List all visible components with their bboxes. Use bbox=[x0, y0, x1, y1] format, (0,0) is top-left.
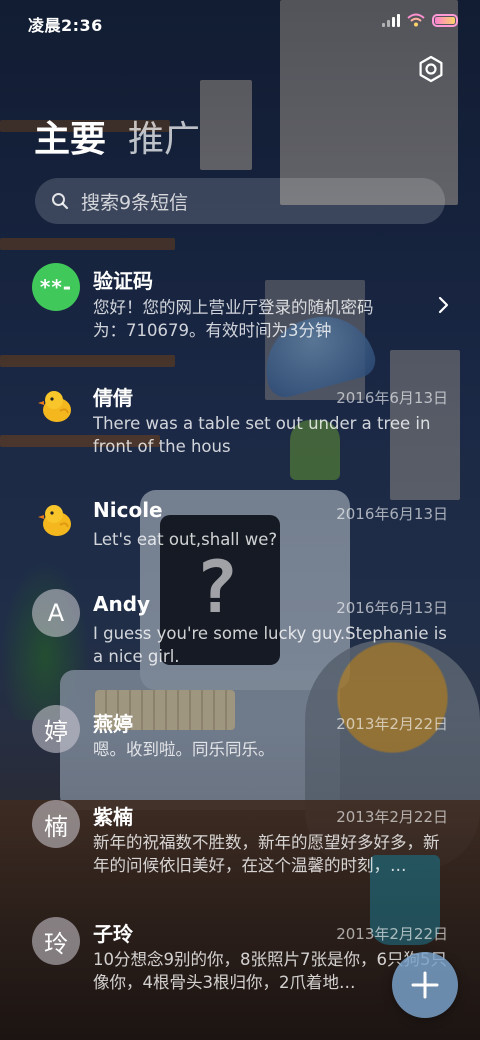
message-date: 2016年6月13日 bbox=[336, 389, 448, 407]
search-placeholder: 搜索9条短信 bbox=[81, 191, 189, 214]
list-item[interactable]: A Andy 2016年6月13日 I guess you're some lu… bbox=[0, 588, 480, 688]
chick-avatar-icon bbox=[38, 391, 71, 422]
avatar: A bbox=[32, 589, 80, 637]
wifi-icon bbox=[407, 13, 425, 27]
avatar: **- bbox=[32, 263, 80, 311]
status-icons bbox=[382, 13, 458, 27]
list-item[interactable]: 婷 燕婷 2013年2月22日 嗯。收到啦。同乐同乐。 bbox=[0, 704, 480, 784]
list-item[interactable]: Nicole 2016年6月13日 Let's eat out,shall we… bbox=[0, 494, 480, 574]
tab-bar: 主要 推广 bbox=[34, 110, 200, 162]
message-date: 2013年2月22日 bbox=[336, 715, 448, 733]
message-preview: 新年的祝福数不胜数，新年的愿望好多好多，新年的问候依旧美好，在这个温馨的时刻，… bbox=[93, 833, 440, 875]
sender-name: Andy bbox=[93, 592, 151, 616]
message-date: 2016年6月13日 bbox=[336, 599, 448, 617]
message-preview: 嗯。收到啦。同乐同乐。 bbox=[93, 740, 275, 759]
message-preview: 您好！您的网上营业厅登录的随机密码为：710679。有效时间为3分钟 bbox=[93, 298, 374, 340]
sender-name: 燕婷 bbox=[93, 712, 133, 736]
message-preview: I guess you're some lucky guy.Stephanie … bbox=[93, 624, 447, 666]
gear-icon[interactable] bbox=[416, 54, 446, 84]
sender-name: 子玲 bbox=[93, 922, 133, 946]
message-date: 2013年2月22日 bbox=[336, 808, 448, 826]
sender-name: Nicole bbox=[93, 498, 163, 522]
new-message-button[interactable] bbox=[392, 952, 458, 1018]
message-date: 2013年2月22日 bbox=[336, 925, 448, 943]
sender-name: 紫楠 bbox=[93, 805, 133, 829]
list-item[interactable]: **- 验证码 您好！您的网上营业厅登录的随机密码为：710679。有效时间为3… bbox=[0, 258, 480, 358]
sender-name: 倩倩 bbox=[93, 386, 133, 410]
chevron-right-icon[interactable] bbox=[436, 296, 450, 314]
tab-primary[interactable]: 主要 bbox=[34, 110, 106, 162]
message-preview: Let's eat out,shall we? bbox=[93, 530, 278, 549]
avatar: 婷 bbox=[32, 705, 80, 753]
message-date: 2016年6月13日 bbox=[336, 505, 448, 523]
signal-icon bbox=[382, 13, 400, 27]
message-preview: There was a table set out under a tree i… bbox=[93, 414, 431, 456]
search-icon bbox=[52, 193, 69, 210]
battery-icon bbox=[432, 13, 458, 27]
list-item[interactable]: 楠 紫楠 2013年2月22日 新年的祝福数不胜数，新年的愿望好多好多，新年的问… bbox=[0, 797, 480, 897]
sender-name: 验证码 bbox=[93, 269, 153, 293]
chick-avatar-icon bbox=[38, 505, 71, 536]
status-time: 凌晨2:36 bbox=[28, 16, 103, 35]
avatar: 玲 bbox=[32, 917, 80, 965]
list-item[interactable]: 倩倩 2016年6月13日 There was a table set out … bbox=[0, 378, 480, 478]
status-bar: 凌晨2:36 bbox=[0, 0, 480, 44]
avatar: 楠 bbox=[32, 800, 80, 848]
plus-icon bbox=[411, 971, 439, 999]
tab-promotions[interactable]: 推广 bbox=[128, 110, 200, 162]
search-input[interactable]: 搜索9条短信 bbox=[35, 178, 445, 224]
